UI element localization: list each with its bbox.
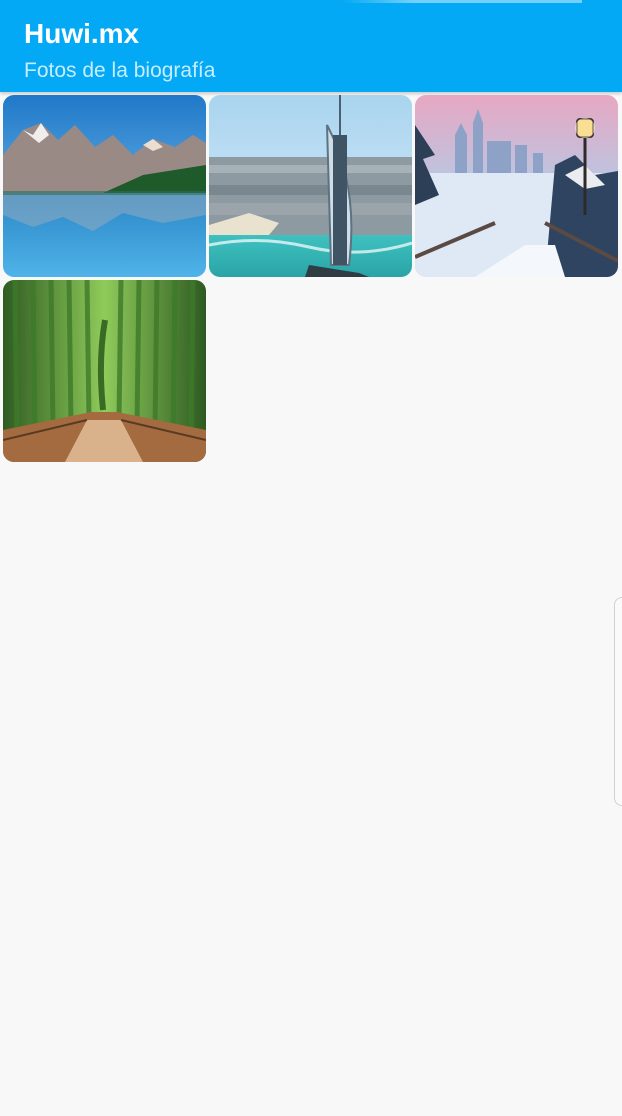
page-title: Huwi.mx	[24, 18, 140, 49]
mountain-lake-photo[interactable]	[3, 95, 206, 277]
bamboo-forest-image	[3, 280, 206, 462]
snowy-castle-photo[interactable]	[415, 95, 618, 277]
app-bar: Huwi.mx Fotos de la biografía	[0, 0, 622, 92]
bamboo-forest-photo[interactable]	[3, 280, 206, 462]
page-subtitle: Fotos de la biografía	[24, 59, 216, 82]
snowy-castle-image	[415, 95, 618, 277]
burj-al-arab-photo[interactable]	[209, 95, 412, 277]
edge-panel-handle[interactable]	[614, 597, 622, 806]
burj-al-arab-image	[209, 95, 412, 277]
mountain-lake-image	[3, 95, 206, 277]
status-bar-sliver	[342, 0, 582, 3]
